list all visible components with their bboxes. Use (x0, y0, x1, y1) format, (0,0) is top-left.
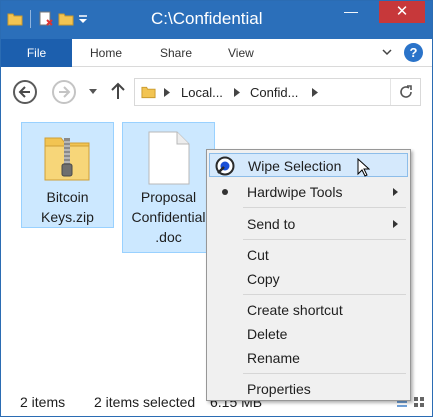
tab-home[interactable]: Home (90, 39, 122, 67)
forward-arrow-icon (59, 86, 71, 98)
wipe-icon (215, 156, 235, 176)
menu-item-label: Wipe Selection (248, 158, 342, 174)
selection-count: 2 items selected (94, 394, 196, 410)
tab-share[interactable]: Share (160, 39, 192, 67)
menu-separator (243, 239, 406, 240)
context-menu: Wipe Selection Hardwipe Tools Send to Cu… (206, 149, 411, 401)
menu-separator (243, 373, 406, 374)
close-button[interactable]: ✕ (379, 1, 425, 23)
address-divider (390, 79, 391, 105)
address-bar[interactable]: Local... Confid... (134, 78, 421, 106)
menu-item-label: Create shortcut (247, 302, 343, 318)
file-item-proposal[interactable]: Proposal Confidential .doc (122, 122, 215, 253)
customize-toolbar-icon[interactable] (78, 14, 88, 24)
tab-view[interactable]: View (228, 39, 254, 67)
expand-ribbon-icon[interactable] (382, 47, 392, 57)
menu-item-rename[interactable]: Rename (209, 346, 408, 370)
minimize-button[interactable]: — (336, 1, 366, 23)
mouse-cursor-icon (357, 158, 370, 177)
ribbon-tabs: File Home Share View ? (1, 39, 432, 67)
file-name-bitcoin-keys: Bitcoin Keys.zip (41, 189, 94, 225)
menu-item-label: Properties (247, 381, 311, 397)
menu-item-delete[interactable]: Delete (209, 322, 408, 346)
item-count: 2 items (20, 394, 66, 410)
bullet-icon (222, 189, 228, 195)
menu-item-label: Hardwipe Tools (247, 184, 343, 200)
menu-item-create-shortcut[interactable]: Create shortcut (209, 298, 408, 322)
forward-button[interactable] (52, 80, 76, 104)
chevron-right-icon[interactable] (312, 88, 318, 97)
menu-separator (243, 294, 406, 295)
large-icons-view-icon[interactable] (413, 396, 425, 408)
tab-file[interactable]: File (1, 39, 72, 67)
menu-item-label: Rename (247, 350, 300, 366)
menu-item-hardwipe-tools[interactable]: Hardwipe Tools (209, 180, 408, 204)
explorer-window: C:\Confidential — ✕ File Home Share View… (0, 0, 433, 417)
back-arrow-icon (18, 86, 30, 98)
breadcrumb-confidential[interactable]: Confid... (250, 85, 298, 100)
document-icon (148, 131, 190, 185)
window-title: C:\Confidential (151, 9, 263, 28)
submenu-arrow-icon (393, 220, 398, 228)
menu-item-cut[interactable]: Cut (209, 243, 408, 267)
new-folder-icon[interactable] (58, 12, 74, 26)
menu-item-wipe-selection[interactable]: Wipe Selection (209, 153, 408, 177)
menu-separator (243, 207, 406, 208)
submenu-arrow-icon (393, 188, 398, 196)
file-name-proposal: Proposal Confidential .doc (131, 189, 206, 245)
properties-icon[interactable] (38, 11, 54, 27)
up-arrow-icon[interactable] (111, 82, 125, 100)
refresh-icon[interactable] (398, 84, 414, 100)
chevron-right-icon[interactable] (164, 88, 170, 97)
file-item-bitcoin-keys[interactable]: Bitcoin Keys.zip (21, 122, 114, 228)
folder-icon[interactable] (7, 12, 23, 26)
menu-item-label: Delete (247, 326, 288, 342)
navigation-bar: Local... Confid... (1, 67, 432, 115)
menu-item-send-to[interactable]: Send to (209, 212, 408, 236)
recent-locations-icon[interactable] (89, 89, 97, 94)
menu-item-label: Cut (247, 247, 269, 263)
help-icon[interactable]: ? (404, 43, 423, 62)
folder-icon (141, 86, 156, 99)
chevron-right-icon[interactable] (234, 88, 240, 97)
zip-folder-icon (44, 137, 90, 181)
toolbar-separator (30, 10, 31, 28)
menu-item-label: Send to (247, 216, 296, 232)
back-button[interactable] (13, 80, 37, 104)
title-bar: C:\Confidential — ✕ (1, 1, 432, 39)
menu-item-copy[interactable]: Copy (209, 267, 408, 291)
menu-item-properties[interactable]: Properties (209, 377, 408, 401)
quick-access-toolbar (7, 10, 88, 28)
breadcrumb-local[interactable]: Local... (181, 85, 223, 100)
menu-item-label: Copy (247, 271, 280, 287)
